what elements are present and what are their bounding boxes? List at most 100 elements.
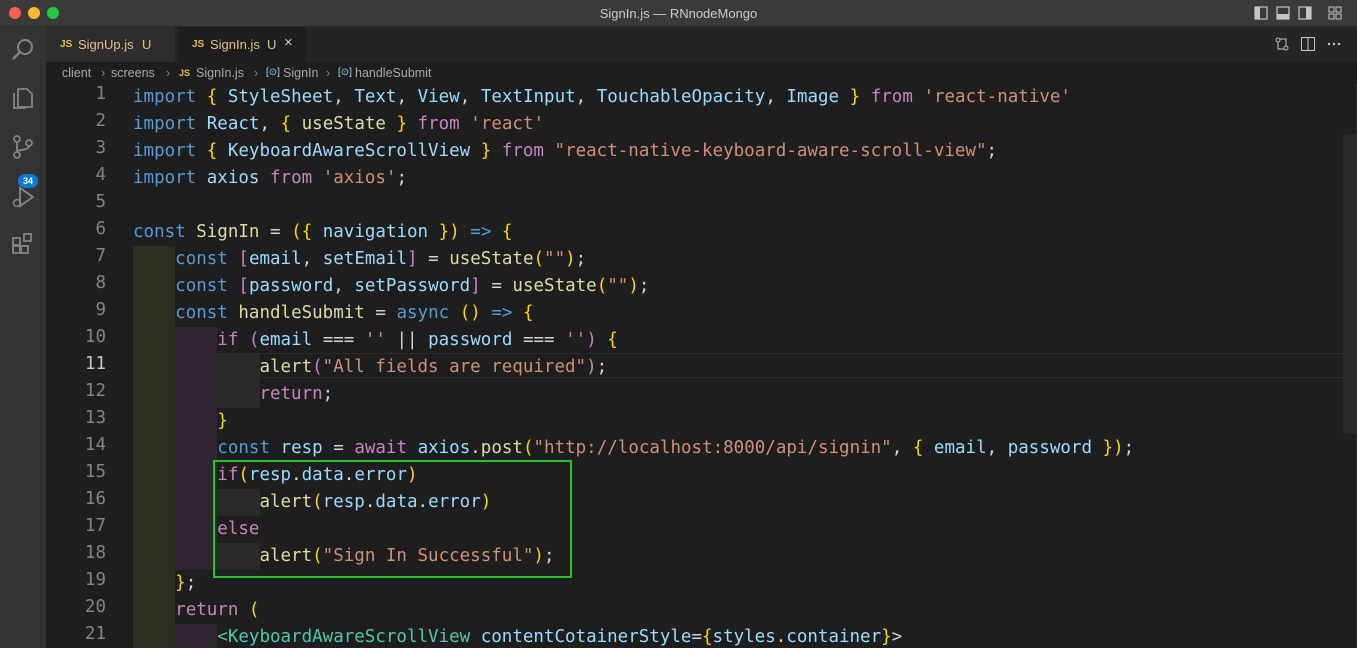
js-file-icon: JS xyxy=(60,39,73,50)
code-token: import xyxy=(133,87,197,107)
line-number: 2 xyxy=(95,111,106,131)
breadcrumb-item-handlesubmit[interactable]: handleSubmit xyxy=(355,66,431,80)
open-changes-icon[interactable] xyxy=(1274,36,1290,52)
line-number: 16 xyxy=(84,489,106,509)
code-token: useState xyxy=(301,114,386,134)
code-token: const xyxy=(217,438,270,458)
code-line: import axios from 'axios'; xyxy=(133,165,407,192)
code-token: ; xyxy=(1123,438,1135,458)
js-file-icon: JS xyxy=(192,39,205,50)
code-token: "" xyxy=(544,249,566,269)
search-icon[interactable] xyxy=(9,36,37,64)
code-token: } xyxy=(1102,438,1114,458)
code-token: "" xyxy=(607,276,629,296)
toggle-secondary-sidebar-icon[interactable] xyxy=(1298,6,1312,20)
code-token: ( xyxy=(522,438,534,458)
code-token: import xyxy=(133,114,197,134)
split-editor-icon[interactable] xyxy=(1300,36,1316,52)
code-token: = xyxy=(270,222,281,242)
breadcrumb-item-screens[interactable]: screens xyxy=(111,66,155,80)
code-editor[interactable]: 1 2 3 4 5 6 7 8 9 10 11 12 13 14 15 16 1… xyxy=(46,84,1357,648)
chevron-right-icon: › xyxy=(166,66,171,80)
more-actions-icon[interactable] xyxy=(1326,36,1342,52)
line-number: 3 xyxy=(95,138,106,158)
source-control-icon[interactable] xyxy=(9,133,37,161)
toggle-primary-sidebar-icon[interactable] xyxy=(1254,6,1268,20)
extensions-icon[interactable] xyxy=(9,230,37,258)
code-token: } xyxy=(396,114,408,134)
activity-bar: 34 xyxy=(0,27,46,648)
code-token: await xyxy=(354,438,408,458)
breadcrumb: client › screens › JS SignIn.js › [⊙] Si… xyxy=(46,62,1357,84)
code-token: ) xyxy=(565,249,576,269)
run-debug-icon[interactable] xyxy=(9,183,37,211)
code-token: ) xyxy=(1113,438,1124,458)
explorer-icon[interactable] xyxy=(9,84,37,112)
breadcrumb-item-file[interactable]: SignIn.js xyxy=(196,66,244,80)
tab-label: SignUp.js xyxy=(78,37,134,52)
code-token: , xyxy=(891,438,903,458)
vertical-scrollbar[interactable] xyxy=(1343,134,1357,434)
line-number: 4 xyxy=(95,165,106,185)
code-token: , xyxy=(986,438,998,458)
code-token: ) xyxy=(449,222,460,242)
code-token: => xyxy=(491,303,513,323)
code-token: navigation xyxy=(322,222,429,242)
code-token: const xyxy=(133,222,186,242)
code-token: email xyxy=(259,330,313,350)
variable-symbol-icon: [⊙] xyxy=(338,67,352,78)
code-token: if xyxy=(217,330,239,350)
close-icon[interactable]: × xyxy=(284,34,293,51)
code-token: === xyxy=(522,330,555,350)
toggle-panel-icon[interactable] xyxy=(1276,6,1290,20)
code-token: ; xyxy=(638,276,650,296)
tab-signin[interactable]: JS SignIn.js U × xyxy=(178,27,306,62)
customize-layout-icon[interactable] xyxy=(1328,6,1342,20)
line-number: 10 xyxy=(84,327,106,347)
line-number: 17 xyxy=(84,516,106,536)
line-number: 8 xyxy=(95,273,106,293)
code-token: ( xyxy=(459,303,471,323)
code-token: ) xyxy=(470,303,481,323)
tab-signup[interactable]: JS SignUp.js U xyxy=(46,27,176,62)
code-token: useState xyxy=(512,276,597,296)
tab-label: SignIn.js xyxy=(210,37,260,52)
line-number: 14 xyxy=(84,435,106,455)
breadcrumb-item-client[interactable]: client xyxy=(62,66,91,80)
breadcrumb-item-signin[interactable]: SignIn xyxy=(283,66,318,80)
code-token: } xyxy=(438,222,450,242)
code-token: alert xyxy=(259,357,313,377)
code-token: ; xyxy=(396,168,408,188)
code-token: resp xyxy=(280,438,323,458)
code-token: "react-native-keyboard-aware-scroll-view… xyxy=(554,141,987,161)
code-token: const xyxy=(175,276,228,296)
code-token: const xyxy=(175,249,228,269)
code-token: ; xyxy=(575,249,587,269)
